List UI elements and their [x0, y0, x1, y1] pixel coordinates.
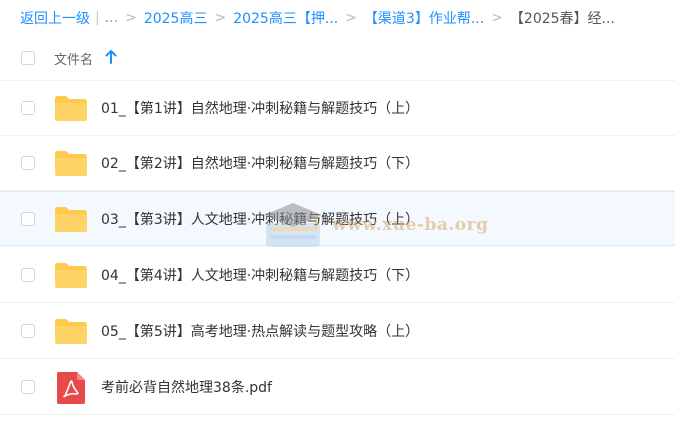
file-list-header: 文件名	[0, 36, 675, 81]
row-checkbox[interactable]	[21, 380, 35, 394]
file-row[interactable]: 03_【第3讲】人文地理·冲刺秘籍与解题技巧（上）	[0, 191, 675, 246]
row-checkbox[interactable]	[21, 324, 35, 338]
breadcrumb: 返回上一级 | ... > 2025高三 > 2025高三【押... > 【渠道…	[20, 0, 670, 36]
breadcrumb-separator: >	[125, 10, 137, 26]
sort-ascending-icon[interactable]	[105, 50, 117, 64]
column-header-filename[interactable]: 文件名	[54, 49, 93, 68]
file-row[interactable]: 05_【第5讲】高考地理·热点解读与题型攻略（上）	[0, 304, 675, 359]
file-name[interactable]: 03_【第3讲】人文地理·冲刺秘籍与解题技巧（上）	[101, 209, 419, 229]
row-checkbox[interactable]	[21, 101, 35, 115]
breadcrumb-back-link[interactable]: 返回上一级	[20, 8, 90, 28]
file-row[interactable]: 01_【第1讲】自然地理·冲刺秘籍与解题技巧（上）	[0, 81, 675, 136]
pdf-file-icon	[57, 372, 85, 404]
breadcrumb-item-3[interactable]: 【渠道3】作业帮...	[364, 8, 484, 28]
select-all-checkbox[interactable]	[21, 51, 35, 65]
row-checkbox[interactable]	[21, 156, 35, 170]
file-row[interactable]: 考前必背自然地理38条.pdf	[0, 360, 675, 415]
folder-icon	[55, 96, 87, 121]
breadcrumb-divider: |	[95, 10, 100, 26]
breadcrumb-separator: >	[214, 10, 227, 26]
folder-icon	[55, 207, 87, 232]
row-checkbox[interactable]	[21, 212, 35, 226]
breadcrumb-separator: >	[345, 10, 357, 26]
file-name[interactable]: 01_【第1讲】自然地理·冲刺秘籍与解题技巧（上）	[101, 98, 419, 118]
file-name[interactable]: 05_【第5讲】高考地理·热点解读与题型攻略（上）	[101, 321, 419, 341]
file-name[interactable]: 考前必背自然地理38条.pdf	[101, 377, 272, 397]
breadcrumb-current: 【2025春】经...	[509, 11, 615, 27]
folder-icon	[55, 151, 87, 176]
breadcrumb-separator: >	[491, 10, 503, 26]
breadcrumb-ellipsis[interactable]: ...	[105, 10, 118, 26]
file-row[interactable]: 04_【第4讲】人文地理·冲刺秘籍与解题技巧（下）	[0, 248, 675, 303]
folder-icon	[55, 319, 87, 344]
file-name[interactable]: 02_【第2讲】自然地理·冲刺秘籍与解题技巧（下）	[101, 153, 419, 173]
folder-icon	[55, 263, 87, 288]
row-checkbox[interactable]	[21, 268, 35, 282]
file-row[interactable]: 02_【第2讲】自然地理·冲刺秘籍与解题技巧（下）	[0, 136, 675, 191]
breadcrumb-item-2[interactable]: 2025高三【押...	[233, 8, 338, 28]
breadcrumb-item-1[interactable]: 2025高三	[144, 8, 208, 28]
file-name[interactable]: 04_【第4讲】人文地理·冲刺秘籍与解题技巧（下）	[101, 265, 419, 285]
